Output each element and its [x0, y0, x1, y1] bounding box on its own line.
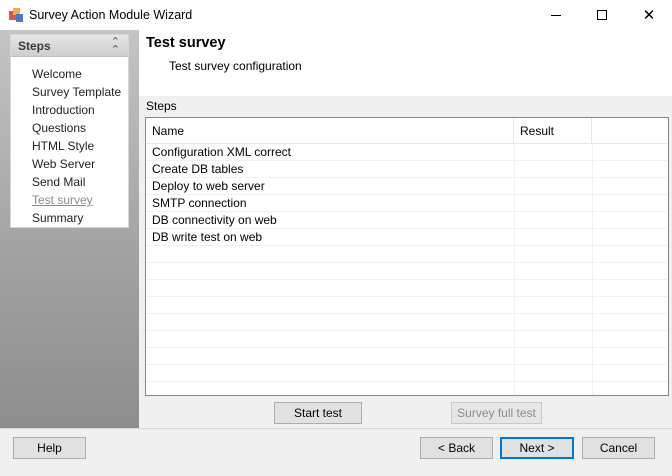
minimize-icon — [551, 14, 561, 16]
table-row[interactable]: Create DB tables — [146, 161, 668, 178]
page-content: Steps Name Result Configuration XML corr… — [139, 96, 672, 428]
row-name: Configuration XML correct — [152, 145, 291, 159]
empty-row — [146, 365, 668, 382]
minimize-button[interactable] — [533, 0, 579, 30]
close-button[interactable]: ✕ — [626, 0, 672, 30]
row-name: SMTP connection — [152, 196, 247, 210]
page-subtitle: Test survey configuration — [169, 59, 302, 73]
list-header: Name Result — [146, 118, 668, 144]
sidebar-item-send-mail: Send Mail — [32, 175, 86, 189]
start-test-button[interactable]: Start test — [274, 402, 362, 424]
steps-panel-title: Steps — [18, 39, 51, 53]
sidebar-item-introduction: Introduction — [32, 103, 95, 117]
step-list: Welcome Survey Template Introduction Que… — [32, 66, 121, 228]
empty-row — [146, 280, 668, 297]
page-header: Test survey Test survey configuration — [139, 30, 672, 96]
help-button[interactable]: Help — [13, 437, 86, 459]
footer-divider — [0, 428, 672, 429]
sidebar-item-welcome: Welcome — [32, 67, 82, 81]
window-title: Survey Action Module Wizard — [29, 8, 193, 22]
empty-row — [146, 348, 668, 365]
cancel-button[interactable]: Cancel — [582, 437, 655, 459]
app-window-icon — [9, 8, 23, 22]
table-row[interactable]: SMTP connection — [146, 195, 668, 212]
empty-row — [146, 246, 668, 263]
row-name: DB connectivity on web — [152, 213, 277, 227]
steps-group-label: Steps — [146, 99, 177, 113]
empty-row — [146, 382, 668, 395]
steps-panel-header[interactable]: Steps ⌃ ⌃ — [11, 35, 128, 57]
column-header-result[interactable]: Result — [514, 118, 592, 144]
maximize-icon — [597, 10, 607, 20]
empty-row — [146, 314, 668, 331]
table-row[interactable]: DB connectivity on web — [146, 212, 668, 229]
empty-row — [146, 331, 668, 348]
steps-list-view[interactable]: Name Result Configuration XML correct Cr… — [145, 117, 669, 396]
sidebar-item-survey-template: Survey Template — [32, 85, 122, 99]
sidebar-item-web-server: Web Server — [32, 157, 96, 171]
sidebar-item-html-style: HTML Style — [32, 139, 95, 153]
survey-full-test-button[interactable]: Survey full test — [451, 402, 542, 424]
collapse-chevron-icon[interactable]: ⌃ ⌃ — [111, 36, 120, 55]
list-rows: Configuration XML correct Create DB tabl… — [146, 144, 668, 395]
empty-row — [146, 263, 668, 280]
empty-row — [146, 297, 668, 314]
back-button[interactable]: < Back — [420, 437, 493, 459]
sidebar-item-summary: Summary — [32, 211, 84, 225]
wizard-sidebar: Steps ⌃ ⌃ Welcome Survey Template Introdu… — [0, 30, 139, 428]
close-icon: ✕ — [642, 5, 656, 24]
steps-panel: Steps ⌃ ⌃ Welcome Survey Template Introdu… — [10, 34, 129, 228]
row-name: DB write test on web — [152, 230, 263, 244]
row-name: Deploy to web server — [152, 179, 265, 193]
sidebar-item-questions: Questions — [32, 121, 87, 135]
column-header-name[interactable]: Name — [146, 118, 514, 144]
next-button[interactable]: Next > — [500, 437, 574, 459]
sidebar-item-test-survey: Test survey — [32, 193, 93, 207]
page-title: Test survey — [146, 35, 226, 51]
table-row[interactable]: Configuration XML correct — [146, 144, 668, 161]
table-row[interactable]: DB write test on web — [146, 229, 668, 246]
title-bar: Survey Action Module Wizard ✕ — [0, 0, 672, 30]
maximize-button[interactable] — [579, 0, 625, 30]
table-row[interactable]: Deploy to web server — [146, 178, 668, 195]
row-name: Create DB tables — [152, 162, 244, 176]
